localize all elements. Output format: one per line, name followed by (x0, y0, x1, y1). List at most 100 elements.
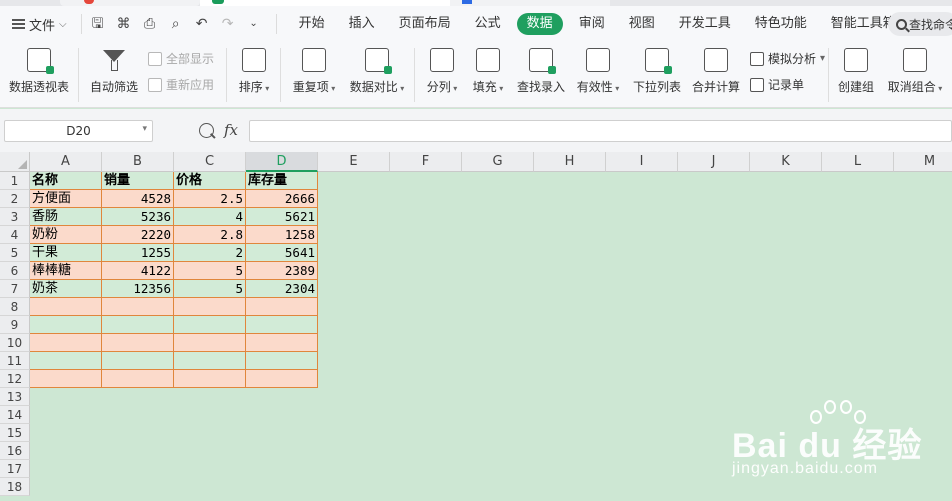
row-header-2[interactable]: 2 (0, 190, 30, 208)
row-header-9[interactable]: 9 (0, 316, 30, 334)
header-cell[interactable]: 库存量 (246, 172, 318, 190)
table-cell[interactable]: 5 (174, 280, 246, 298)
print-icon[interactable]: ⎙ (142, 16, 158, 32)
row-header-14[interactable]: 14 (0, 406, 30, 424)
validity-button[interactable]: 有效性 (574, 42, 622, 108)
create-group-button[interactable]: 创建组 (836, 42, 876, 108)
table-cell[interactable] (102, 352, 174, 370)
table-cell[interactable] (30, 334, 102, 352)
table-cell[interactable] (102, 370, 174, 388)
table-cell[interactable]: 1255 (102, 244, 174, 262)
undo-icon[interactable]: ↶ (194, 16, 210, 32)
tab-3[interactable]: 公式 (463, 13, 513, 35)
table-cell[interactable]: 棒棒糖 (30, 262, 102, 280)
table-cell[interactable]: 2389 (246, 262, 318, 280)
row-header-11[interactable]: 11 (0, 352, 30, 370)
ungroup-button[interactable]: 取消组合 (884, 42, 946, 108)
row-header-17[interactable]: 17 (0, 460, 30, 478)
fill-button[interactable]: 填充 (469, 42, 507, 108)
table-cell[interactable]: 5621 (246, 208, 318, 226)
data-compare-button[interactable]: 数据对比 (346, 42, 408, 108)
table-cell[interactable] (30, 298, 102, 316)
row-header-4[interactable]: 4 (0, 226, 30, 244)
find-entry-button[interactable]: 查找录入 (515, 42, 567, 108)
column-header-b[interactable]: B (102, 152, 174, 172)
name-box[interactable]: D20 ▾ (4, 120, 153, 142)
column-header-d[interactable]: D (246, 152, 318, 172)
table-cell[interactable]: 4528 (102, 190, 174, 208)
row-header-13[interactable]: 13 (0, 388, 30, 406)
autofilter-button[interactable]: 自动筛选 (88, 42, 140, 108)
record-form-button[interactable]: 记录单 (750, 76, 804, 93)
table-cell[interactable]: 方便面 (30, 190, 102, 208)
table-cell[interactable] (30, 316, 102, 334)
table-cell[interactable]: 干果 (30, 244, 102, 262)
table-cell[interactable]: 4 (174, 208, 246, 226)
column-header-g[interactable]: G (462, 152, 534, 172)
row-header-7[interactable]: 7 (0, 280, 30, 298)
column-header-m[interactable]: M (894, 152, 952, 172)
table-cell[interactable] (174, 298, 246, 316)
table-cell[interactable] (246, 352, 318, 370)
tab-6[interactable]: 视图 (617, 13, 667, 35)
tab-8[interactable]: 特色功能 (743, 13, 819, 35)
table-cell[interactable]: 2.8 (174, 226, 246, 244)
show-all-button[interactable]: 全部显示 (148, 50, 214, 67)
column-header-a[interactable]: A (30, 152, 102, 172)
split-column-button[interactable]: 分列 (424, 42, 460, 108)
column-header-l[interactable]: L (822, 152, 894, 172)
tab-5[interactable]: 审阅 (567, 13, 617, 35)
column-header-k[interactable]: K (750, 152, 822, 172)
row-header-10[interactable]: 10 (0, 334, 30, 352)
row-header-8[interactable]: 8 (0, 298, 30, 316)
tab-0[interactable]: 开始 (287, 13, 337, 35)
insert-function-button[interactable]: fx (224, 121, 238, 139)
pivot-table-button[interactable]: 数据透视表 (8, 42, 70, 108)
header-cell[interactable]: 价格 (174, 172, 246, 190)
redo-icon[interactable]: ↷ (220, 16, 236, 32)
row-header-18[interactable]: 18 (0, 478, 30, 496)
format-painter-icon[interactable]: ⌘ (116, 16, 132, 32)
table-cell[interactable]: 1258 (246, 226, 318, 244)
table-cell[interactable]: 12356 (102, 280, 174, 298)
table-cell[interactable]: 2304 (246, 280, 318, 298)
table-cell[interactable] (246, 316, 318, 334)
table-cell[interactable] (102, 316, 174, 334)
header-cell[interactable]: 销量 (102, 172, 174, 190)
formula-input[interactable] (249, 120, 952, 142)
consolidate-button[interactable]: 合并计算 (690, 42, 742, 108)
table-cell[interactable]: 5641 (246, 244, 318, 262)
column-header-e[interactable]: E (318, 152, 390, 172)
reapply-button[interactable]: 重新应用 (148, 76, 214, 93)
column-header-c[interactable]: C (174, 152, 246, 172)
search-box[interactable]: 查找命令 (888, 12, 952, 36)
select-all-corner[interactable] (0, 152, 30, 172)
row-header-3[interactable]: 3 (0, 208, 30, 226)
simulate-analysis-button[interactable]: 模拟分析 ▾ (750, 50, 825, 67)
row-header-5[interactable]: 5 (0, 244, 30, 262)
table-cell[interactable]: 5236 (102, 208, 174, 226)
table-cell[interactable]: 2.5 (174, 190, 246, 208)
table-cell[interactable]: 奶粉 (30, 226, 102, 244)
table-cell[interactable]: 香肠 (30, 208, 102, 226)
table-cell[interactable]: 2666 (246, 190, 318, 208)
table-cell[interactable] (174, 352, 246, 370)
tab-2[interactable]: 页面布局 (387, 13, 463, 35)
column-header-h[interactable]: H (534, 152, 606, 172)
more-chevron-icon[interactable]: ⌄ (246, 16, 262, 32)
row-header-12[interactable]: 12 (0, 370, 30, 388)
duplicates-button[interactable]: 重复项 (290, 42, 338, 108)
dropdown-list-button[interactable]: 下拉列表 (631, 42, 683, 108)
table-cell[interactable] (102, 298, 174, 316)
table-cell[interactable] (246, 334, 318, 352)
worksheet-grid[interactable]: A B C D E F G H I J K L M 1 2 3 4 5 6 7 8 9 10 11 12 13 14 15 16 17 18… (0, 152, 952, 501)
file-menu[interactable]: 文件 ⌵ (8, 11, 71, 37)
column-header-f[interactable]: F (390, 152, 462, 172)
table-cell[interactable]: 奶茶 (30, 280, 102, 298)
tab-7[interactable]: 开发工具 (667, 13, 743, 35)
row-header-15[interactable]: 15 (0, 424, 30, 442)
table-cell[interactable] (246, 298, 318, 316)
table-cell[interactable] (102, 334, 174, 352)
table-cell[interactable] (30, 352, 102, 370)
table-cell[interactable]: 5 (174, 262, 246, 280)
